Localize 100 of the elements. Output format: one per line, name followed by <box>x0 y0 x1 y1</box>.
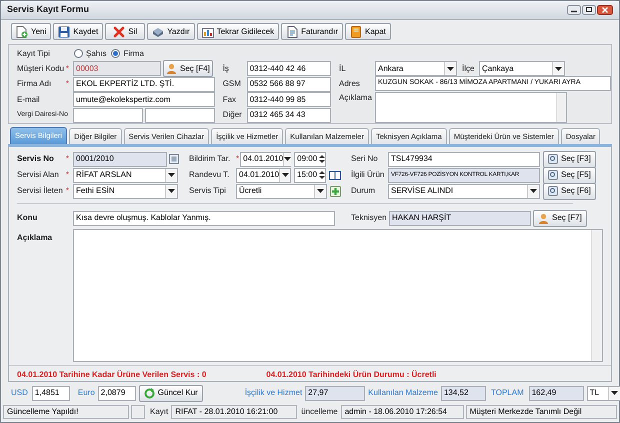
plus-icon <box>330 186 341 196</box>
radio-button[interactable] <box>111 49 120 58</box>
text-field[interactable] <box>73 108 143 123</box>
x-mark-icon <box>113 26 126 38</box>
field-label: İlçe <box>461 62 476 74</box>
field-label: Servis No <box>17 153 54 165</box>
button[interactable]: Seç [F5] <box>543 166 596 184</box>
status-panel <box>131 405 145 419</box>
button[interactable]: Yazdır <box>147 23 195 40</box>
field-label: İşçilik ve Hizmet <box>244 387 302 399</box>
text-field[interactable]: 0532 566 88 97 <box>246 76 331 92</box>
text-field[interactable] <box>145 108 215 123</box>
field-label: Açıklama <box>339 92 373 104</box>
dropdown[interactable]: 04.01.2010 <box>240 152 292 166</box>
text-field[interactable]: umute@ekolekspertiz.com <box>73 92 215 108</box>
required-mark: * <box>66 78 69 90</box>
field-label: Adres <box>339 78 361 90</box>
caret-icon <box>447 66 454 70</box>
button[interactable]: Kaydet <box>53 23 104 40</box>
field-label: Servisi İleten <box>17 185 63 197</box>
button[interactable]: Kapat <box>344 23 391 40</box>
info-text: 04.01.2010 Tarihine Kadar Ürüne Verilen Servis : 0 <box>17 369 206 381</box>
status-text: admin - 18.06.2010 17:26:54 <box>340 405 464 419</box>
text-field[interactable]: EKOL EKPERTİZ LTD. ŞTİ. <box>73 76 215 92</box>
field-label: GSM <box>222 78 242 90</box>
caret-icon <box>168 173 175 177</box>
button[interactable]: Faturandır <box>281 23 343 40</box>
text-field[interactable]: 0312-440 42 46 <box>246 61 331 76</box>
text-field[interactable]: TSL479934 <box>388 152 540 166</box>
caret-icon <box>555 66 562 70</box>
button[interactable]: Tekrar Gidilecek <box>196 23 280 40</box>
person-icon <box>538 212 549 224</box>
time-field[interactable]: 15:00 <box>294 168 326 182</box>
button[interactable]: Sil <box>105 23 146 40</box>
dropdown[interactable]: Ücretli <box>236 184 327 198</box>
dropdown[interactable]: Ankara <box>375 61 457 76</box>
required-mark: * <box>66 185 69 197</box>
field-label: İş <box>222 62 230 75</box>
text-field[interactable]: 0312 465 34 43 <box>246 108 331 123</box>
button[interactable]: Güncel Kur <box>138 384 203 402</box>
text-field[interactable]: 0001/2010 <box>73 152 167 166</box>
required-mark: * <box>66 62 69 75</box>
time-field[interactable]: 09:00 <box>294 152 326 166</box>
chart-icon <box>202 26 214 38</box>
dropdown[interactable]: 04.01.2010 <box>236 168 291 182</box>
text-field[interactable]: 2,0879 <box>98 386 136 400</box>
button[interactable]: Seç [F3] <box>543 150 596 168</box>
text-field[interactable]: 134,52 <box>440 386 486 400</box>
text-field[interactable]: 00003 <box>73 61 161 76</box>
caret-icon <box>168 189 175 193</box>
field-label: İlgili Ürün <box>351 169 385 181</box>
dropdown[interactable]: TL <box>586 386 620 400</box>
dropdown[interactable]: Fethi ESİN <box>73 184 178 198</box>
text-field[interactable]: 27,97 <box>305 386 366 400</box>
text-field[interactable]: HAKAN HARŞİT <box>389 210 531 226</box>
field-label: Servis Tipi <box>189 185 227 197</box>
search-icon <box>548 186 558 196</box>
caret-icon <box>530 189 537 193</box>
status-text: RIFAT - 28.01.2010 16:21:00 <box>171 405 298 419</box>
field-label: Diğer <box>222 109 243 122</box>
field-label: Seri No <box>351 153 379 165</box>
button[interactable]: Seç [F6] <box>543 182 596 200</box>
close-icon <box>597 5 613 15</box>
spinner-icon <box>319 154 326 164</box>
text-field[interactable]: 0312-440 99 85 <box>246 92 331 108</box>
field-label: Şahıs <box>86 48 106 60</box>
dropdown[interactable]: Çankaya <box>479 61 565 76</box>
dropdown[interactable]: RİFAT ARSLAN <box>73 168 178 182</box>
refresh-icon <box>144 388 155 398</box>
field-label: İL <box>339 62 347 74</box>
text-area[interactable] <box>375 92 567 123</box>
dropdown[interactable]: SERVİSE ALINDI <box>388 184 540 198</box>
field-label: Konu <box>17 212 38 224</box>
book-icon <box>329 170 341 180</box>
field-label: Teknisyen <box>351 212 387 224</box>
text-area[interactable] <box>73 229 603 362</box>
status-text: Güncelleme Yapıldı! <box>3 405 129 419</box>
search-icon <box>548 154 558 164</box>
person-icon <box>166 63 177 74</box>
required-mark: * <box>66 169 69 181</box>
field-label: USD <box>11 387 29 399</box>
caret-icon <box>284 157 292 161</box>
button[interactable]: Seç [F4] <box>163 60 213 78</box>
info-text: 04.01.2010 Tarihindeki Ürün Durumu : Ücretli <box>266 369 436 381</box>
button[interactable]: Yeni <box>11 23 52 40</box>
text-field[interactable]: 1,4851 <box>32 386 70 400</box>
field-label: Kayıt <box>149 406 170 418</box>
text-field[interactable]: Kısa devre oluşmuş. Kablolar Yanmış. <box>73 210 335 226</box>
field-label: Fax <box>222 94 238 106</box>
radio-button[interactable] <box>74 49 83 58</box>
button[interactable]: Seç [F7] <box>533 210 587 226</box>
field-label: Firma <box>123 48 144 60</box>
field-label: E-mail <box>17 94 40 106</box>
search-icon <box>548 170 558 180</box>
field-label: Kullanılan Malzeme <box>368 387 438 399</box>
field-label: Müşteri Kodu <box>17 62 64 75</box>
maximize-icon <box>582 5 596 15</box>
field-label: Randevu T. <box>189 169 230 181</box>
caret-icon <box>317 189 324 193</box>
text-field[interactable]: 162,49 <box>528 386 584 400</box>
